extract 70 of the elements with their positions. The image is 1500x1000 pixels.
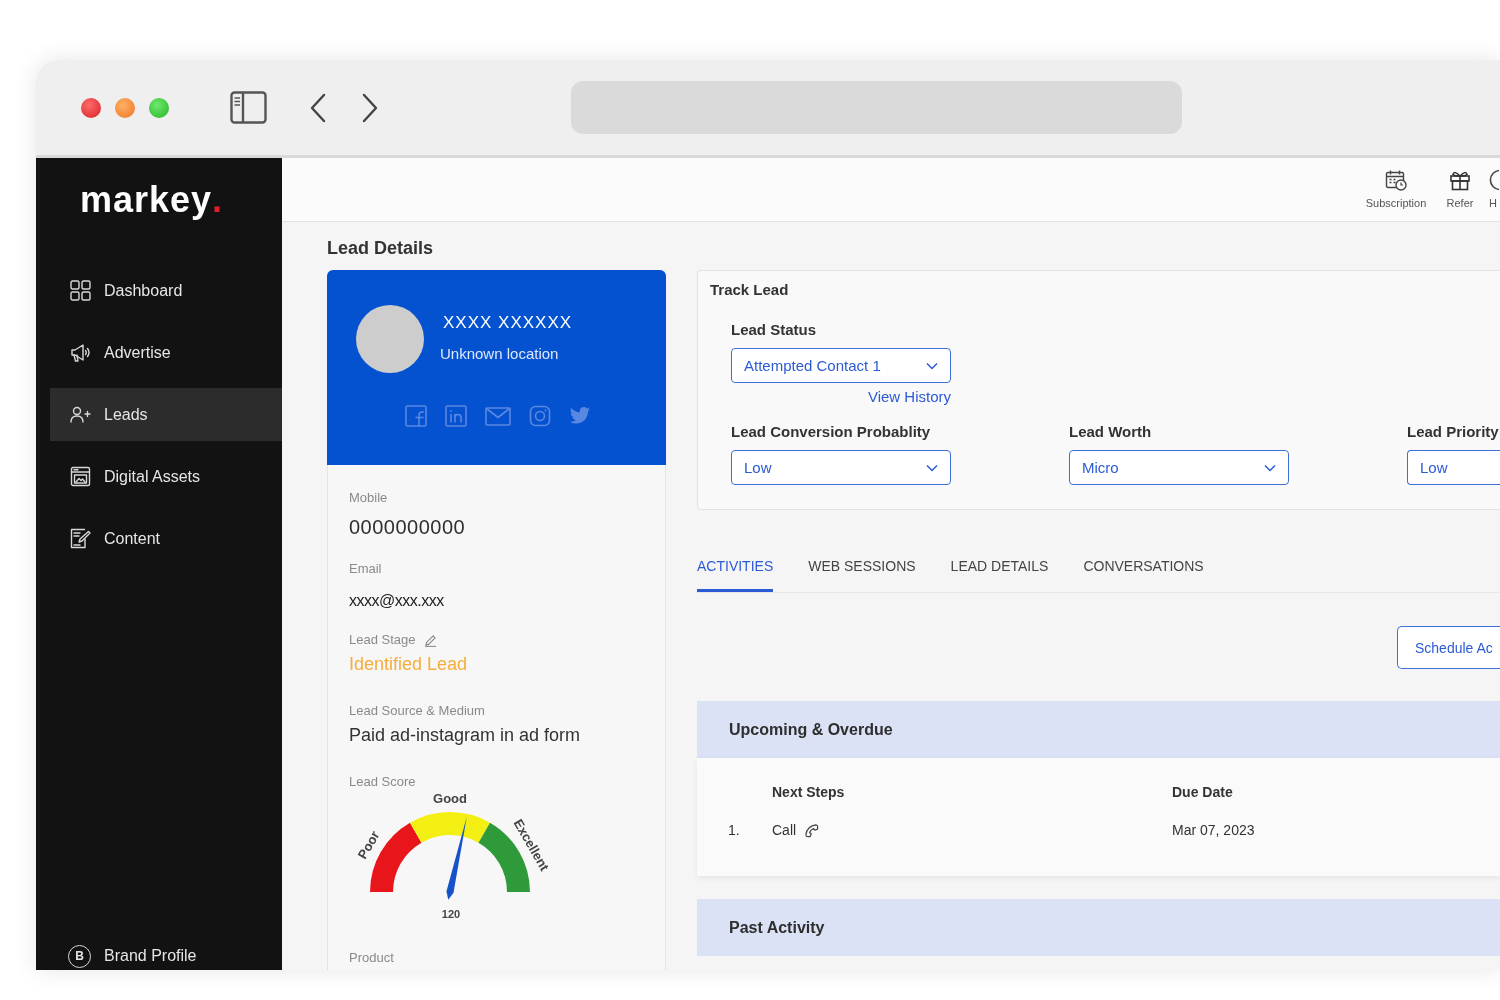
score-value: 120 <box>441 908 461 920</box>
schedule-button[interactable]: Schedule Ac <box>1397 626 1500 669</box>
field-label: Lead Stage <box>349 631 416 649</box>
field-value: 0000000000 <box>349 515 466 539</box>
gift-icon <box>1449 169 1471 191</box>
dropdown[interactable]: Attempted Contact 1 <box>731 348 951 383</box>
dropdown[interactable]: Low <box>731 450 951 485</box>
table-cell-text: Call <box>772 821 797 840</box>
row-number: 1. <box>728 822 740 838</box>
tab[interactable]: LEAD DETAILS <box>950 548 1049 592</box>
phone-icon <box>804 822 820 838</box>
field-value: xxxx@xxx.xxx <box>349 591 444 611</box>
sidebar-item[interactable]: Advertise <box>50 326 282 379</box>
band-label: Good <box>433 790 467 806</box>
logo-text: markey <box>80 180 213 220</box>
linkedin-icon[interactable] <box>445 405 467 427</box>
chevron-down-icon <box>926 463 938 472</box>
chevron-down-icon <box>926 361 938 370</box>
sidebar-item[interactable]: Content <box>50 512 282 565</box>
column-header: Due Date <box>1172 784 1233 800</box>
facebook-icon[interactable] <box>405 405 427 427</box>
dropdown[interactable]: Low <box>1407 450 1500 485</box>
sidebar-item[interactable]: Dashboard <box>50 264 282 317</box>
sidebar-toggle-icon[interactable] <box>230 91 267 124</box>
view-history-link[interactable]: View History <box>867 387 951 407</box>
minimize-icon[interactable] <box>115 97 135 118</box>
close-icon[interactable] <box>81 97 101 118</box>
column-header: Next Steps <box>772 784 845 800</box>
panel-title: Track Lead <box>710 280 789 300</box>
tab[interactable]: ACTIVITIES <box>697 548 774 592</box>
megaphone-icon <box>70 342 91 363</box>
forward-icon[interactable] <box>362 92 378 123</box>
dropdown[interactable]: Micro <box>1069 450 1289 485</box>
header-action-button[interactable]: H <box>1489 169 1500 210</box>
field-label: Lead Status <box>731 321 817 339</box>
field-label: Lead Conversion Probablity <box>731 423 931 441</box>
field-label: Lead Source & Medium <box>349 702 485 720</box>
tab[interactable]: CONVERSATIONS <box>1083 548 1204 592</box>
logo-dot: . <box>212 180 223 220</box>
chevron-down-icon <box>1264 463 1276 472</box>
lead-name: XXXX XXXXXX <box>443 312 573 334</box>
mail-icon[interactable] <box>485 405 511 427</box>
user-plus-icon <box>70 404 91 425</box>
header-action-button[interactable]: Refer <box>1445 169 1475 210</box>
section-title: Past Activity <box>729 917 825 938</box>
header-action-button[interactable]: Subscription <box>1361 169 1431 210</box>
back-icon[interactable] <box>310 92 326 123</box>
sidebar-item[interactable]: Digital Assets <box>50 450 282 503</box>
sidebar-item[interactable]: Leads <box>50 388 282 441</box>
field-label: Lead Worth <box>1069 423 1152 441</box>
section-title: Upcoming & Overdue <box>729 719 893 740</box>
lead-location: Unknown location <box>440 344 559 364</box>
lead-stage-value: Identified Lead <box>349 653 468 675</box>
page-title: Lead Details <box>327 237 434 260</box>
picture-icon <box>70 466 91 487</box>
instagram-icon[interactable] <box>529 405 551 427</box>
field-label: Product <box>349 949 394 967</box>
sidebar-item[interactable]: B Brand Profile <box>50 942 282 970</box>
grid-icon <box>70 280 91 301</box>
field-label: Lead Priority <box>1407 423 1499 441</box>
note-pencil-icon <box>70 528 91 549</box>
pencil-icon[interactable] <box>423 633 437 647</box>
field-label: Email <box>349 560 382 578</box>
tab[interactable]: WEB SESSIONS <box>808 548 916 592</box>
table-cell: Mar 07, 2023 <box>1172 822 1255 838</box>
calendar-icon <box>1385 169 1407 191</box>
field-label: Mobile <box>349 489 388 507</box>
field-label: Lead Score <box>349 773 416 791</box>
field-value: Paid ad-instagram in ad form <box>349 724 581 746</box>
maximize-icon[interactable] <box>149 97 169 118</box>
